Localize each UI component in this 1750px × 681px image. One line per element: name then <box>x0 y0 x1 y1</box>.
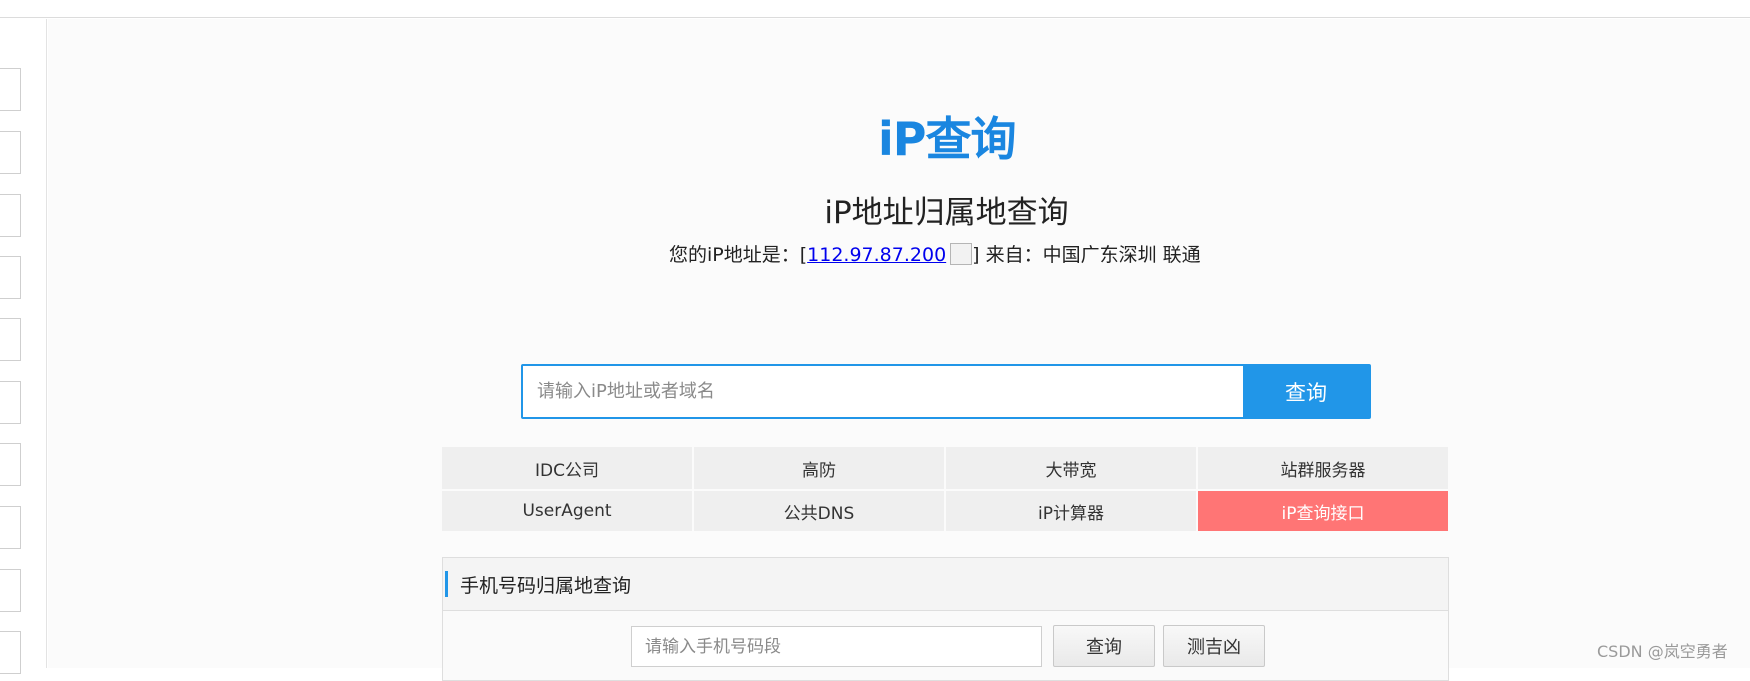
nav-ip-api[interactable]: iP查询接口 <box>1198 491 1448 531</box>
nav-useragent[interactable]: UserAgent <box>442 491 692 531</box>
service-nav-grid: IDC公司 高防 大带宽 站群服务器 UserAgent 公共DNS iP计算器… <box>442 447 1448 531</box>
your-ip-line: 您的iP地址是：[112.97.87.200 ] 来自：中国广东深圳 联通 <box>669 242 1201 268</box>
nav-high-defense[interactable]: 高防 <box>694 447 944 489</box>
ip-search-form: 查询 <box>521 364 1371 419</box>
fortune-button[interactable]: 测吉凶 <box>1163 625 1265 667</box>
rail-tab[interactable] <box>0 381 21 424</box>
rail-tab[interactable] <box>0 443 21 486</box>
csdn-watermark: CSDN @岚空勇者 <box>1597 642 1728 661</box>
phone-panel-header: 手机号码归属地查询 <box>443 558 1448 611</box>
phone-query-button[interactable]: 查询 <box>1053 625 1155 667</box>
nav-public-dns[interactable]: 公共DNS <box>694 491 944 531</box>
rail-tab[interactable] <box>0 318 21 361</box>
nav-site-group-server[interactable]: 站群服务器 <box>1198 447 1448 489</box>
ip-location: ] 来自：中国广东深圳 联通 <box>972 244 1201 266</box>
broken-image-icon <box>950 243 973 265</box>
rail-tab[interactable] <box>0 506 21 549</box>
phone-number-input[interactable] <box>631 626 1042 667</box>
phone-panel-body: 查询 测吉凶 <box>443 611 1448 681</box>
ip-address-link[interactable]: 112.97.87.200 <box>807 244 946 266</box>
page-title: iP地址归属地查询 <box>824 195 1069 231</box>
phone-lookup-panel: 手机号码归属地查询 查询 测吉凶 <box>442 557 1449 681</box>
rail-tab[interactable] <box>0 256 21 299</box>
ip-search-input[interactable] <box>523 366 1243 417</box>
site-logo[interactable]: iP查询 <box>878 112 1016 166</box>
rail-tab[interactable] <box>0 194 21 237</box>
rail-tab[interactable] <box>0 569 21 612</box>
nav-idc[interactable]: IDC公司 <box>442 447 692 489</box>
ip-search-button[interactable]: 查询 <box>1243 366 1369 417</box>
ip-label: 您的iP地址是：[ <box>669 244 808 266</box>
accent-bar <box>445 571 448 597</box>
phone-panel-title: 手机号码归属地查询 <box>460 574 632 597</box>
page-content: iP查询 iP地址归属地查询 您的iP地址是：[112.97.87.200 ] 来… <box>48 19 1750 681</box>
left-rail <box>0 19 47 674</box>
nav-ip-calculator[interactable]: iP计算器 <box>946 491 1196 531</box>
rail-tab[interactable] <box>0 131 21 174</box>
nav-bandwidth[interactable]: 大带宽 <box>946 447 1196 489</box>
rail-tab[interactable] <box>0 68 21 111</box>
browser-top-bar <box>0 0 1750 18</box>
